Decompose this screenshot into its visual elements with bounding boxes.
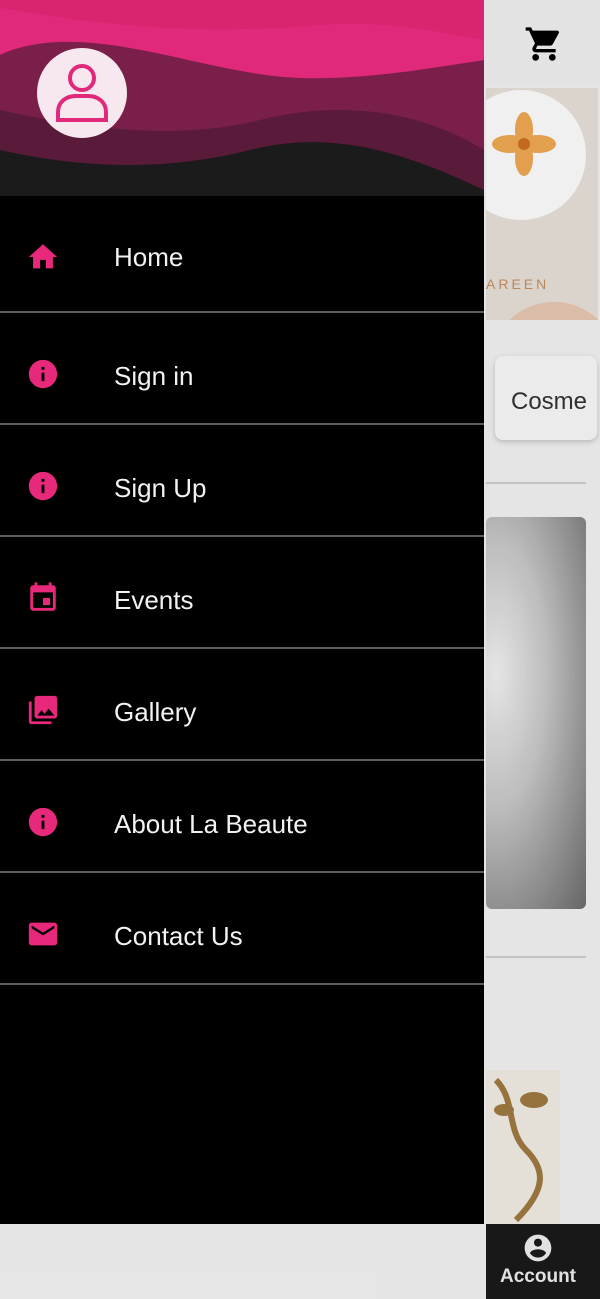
menu-item-contact[interactable]: Contact Us — [0, 873, 484, 985]
avatar[interactable] — [37, 48, 127, 138]
home-icon — [28, 244, 58, 269]
menu-item-sign-in[interactable]: Sign in — [0, 313, 484, 425]
menu-item-gallery[interactable]: Gallery — [0, 649, 484, 761]
user-icon — [56, 64, 108, 122]
menu-item-label: Contact Us — [114, 921, 243, 951]
menu-item-label: Sign in — [114, 361, 194, 391]
menu-item-events[interactable]: Events — [0, 537, 484, 649]
gallery-icon — [28, 695, 58, 725]
menu-item-home[interactable]: Home — [0, 196, 484, 313]
menu-item-label: Sign Up — [114, 473, 207, 503]
info-icon — [28, 471, 58, 501]
drawer-header — [0, 0, 484, 196]
menu-item-label: Home — [114, 242, 184, 272]
menu-item-label: Events — [114, 585, 194, 615]
menu-item-about[interactable]: About La Beaute — [0, 761, 484, 873]
menu-item-label: Gallery — [114, 697, 197, 727]
drawer-menu: Home Sign in Sign Up Events Gallery Abou… — [0, 196, 484, 985]
event-icon — [30, 582, 56, 611]
navigation-drawer: Home Sign in Sign Up Events Gallery Abou… — [0, 0, 484, 1224]
info-icon — [28, 359, 58, 389]
mail-icon — [28, 922, 58, 946]
menu-item-sign-up[interactable]: Sign Up — [0, 425, 484, 537]
info-icon — [28, 807, 58, 837]
menu-item-label: About La Beaute — [114, 809, 308, 839]
